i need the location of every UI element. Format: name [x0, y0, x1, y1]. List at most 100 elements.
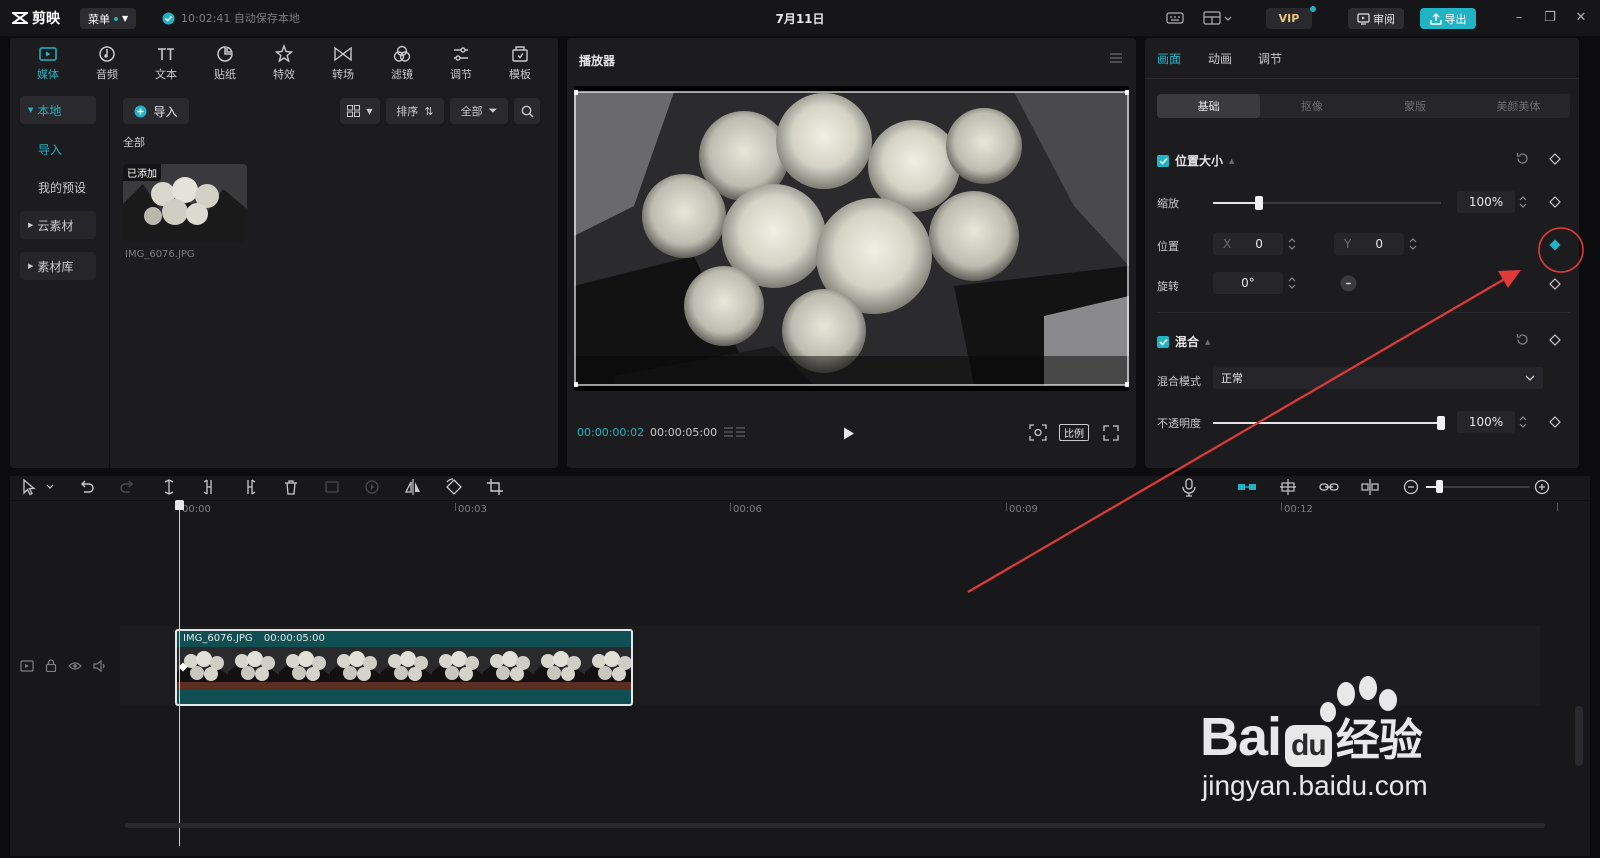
keyboard-shortcuts-icon[interactable] — [1166, 10, 1184, 26]
vertical-scrollbar[interactable] — [1575, 706, 1583, 766]
playhead[interactable] — [179, 506, 180, 846]
subtab-beauty[interactable]: 美颜美体 — [1467, 94, 1570, 118]
review-button[interactable]: 审阅 — [1348, 8, 1404, 29]
keyframe-diamond-icon[interactable] — [1549, 416, 1561, 428]
tool-template[interactable]: 模板 — [491, 42, 549, 84]
link-icon[interactable] — [1318, 476, 1340, 498]
split-icon[interactable] — [158, 476, 180, 498]
subtab-cutout[interactable]: 抠像 — [1260, 94, 1363, 118]
tool-effects[interactable]: 特效 — [255, 42, 313, 84]
play-icon[interactable] — [843, 427, 855, 440]
select-cursor-icon[interactable] — [18, 476, 40, 498]
blend-mode-select[interactable]: 正常 — [1213, 367, 1543, 389]
tool-media[interactable]: 媒体 — [19, 42, 77, 84]
position-x-field[interactable]: X 0 — [1213, 233, 1283, 255]
speaker-icon[interactable] — [93, 660, 107, 672]
position-y-field[interactable]: Y 0 — [1334, 233, 1404, 255]
search-button[interactable] — [514, 98, 540, 124]
video-clip[interactable]: IMG_6076.JPG 00:00:05:00 — [175, 629, 633, 706]
minimize-icon[interactable]: – — [1510, 9, 1528, 27]
preview-axis-icon[interactable] — [1359, 476, 1381, 498]
sort-button[interactable]: 排序 ⇅ — [386, 98, 444, 124]
opacity-stepper[interactable] — [1516, 411, 1530, 433]
rotate-icon[interactable] — [443, 476, 465, 498]
tool-filter[interactable]: 滤镜 — [373, 42, 431, 84]
zoom-out-icon[interactable] — [1400, 476, 1422, 498]
track-video-icon[interactable] — [20, 660, 34, 672]
zoom-in-icon[interactable] — [1531, 476, 1553, 498]
view-mode-button[interactable]: ▼ — [340, 98, 380, 124]
import-button[interactable]: 导入 — [123, 98, 189, 124]
keyframe-diamond-icon[interactable] — [1549, 153, 1561, 165]
chevron-down-icon[interactable] — [46, 484, 54, 490]
reset-icon[interactable] — [1516, 152, 1529, 165]
waveform-grid-icon[interactable] — [723, 426, 747, 440]
tab-picture[interactable]: 画面 — [1157, 50, 1181, 67]
redo-icon[interactable] — [116, 476, 138, 498]
position-y-stepper[interactable] — [1406, 233, 1420, 255]
position-size-header[interactable]: 位置大小 ▲ — [1157, 152, 1234, 169]
layout-icon[interactable] — [1203, 10, 1233, 26]
crop-icon[interactable] — [484, 476, 506, 498]
menu-button[interactable]: 菜单 ▼ — [80, 8, 137, 29]
media-asset-thumbnail[interactable]: 已添加 — [123, 164, 247, 242]
tab-adjust[interactable]: 调节 — [1258, 50, 1282, 67]
tool-audio[interactable]: 音频 — [78, 42, 136, 84]
fullscreen-icon[interactable] — [1103, 425, 1119, 441]
position-x-stepper[interactable] — [1285, 233, 1299, 255]
opacity-value-field[interactable]: 100% — [1457, 411, 1515, 433]
keyframe-diamond-icon[interactable] — [1549, 278, 1561, 290]
checkbox-icon[interactable] — [1157, 154, 1169, 167]
export-button[interactable]: 导出 — [1420, 8, 1476, 29]
eye-icon[interactable] — [68, 661, 82, 671]
playhead-handle[interactable] — [175, 500, 184, 510]
fit-screen-icon[interactable] — [1029, 424, 1047, 441]
trim-left-icon[interactable] — [198, 476, 220, 498]
keyframe-diamond-active-icon[interactable] — [1549, 239, 1561, 251]
sidebar-item-my-presets[interactable]: 我的预设 — [20, 173, 96, 201]
opacity-slider-thumb[interactable] — [1437, 416, 1445, 430]
sidebar-item-library[interactable]: ▶ 素材库 — [20, 252, 96, 280]
filter-button[interactable]: 全部 ⏷ — [450, 98, 508, 124]
tool-sticker[interactable]: 贴纸 — [196, 42, 254, 84]
tool-transition[interactable]: 转场 — [314, 42, 372, 84]
video-preview[interactable] — [574, 86, 1129, 391]
tool-text[interactable]: 文本 — [137, 42, 195, 84]
reset-icon[interactable] — [1516, 333, 1529, 346]
restore-icon[interactable]: ❐ — [1541, 9, 1559, 27]
horizontal-scrollbar[interactable] — [125, 823, 1545, 828]
snap-icon[interactable] — [1277, 476, 1299, 498]
zoom-slider-thumb[interactable] — [1436, 480, 1443, 493]
delete-icon[interactable] — [280, 476, 302, 498]
main-track-magnet-icon[interactable] — [1236, 476, 1258, 498]
tool-adjust[interactable]: 调节 — [432, 42, 490, 84]
tab-animation[interactable]: 动画 — [1208, 50, 1232, 67]
rotation-field[interactable]: 0° — [1213, 272, 1283, 294]
keyframe-diamond-icon[interactable] — [1549, 196, 1561, 208]
microphone-icon[interactable] — [1178, 476, 1200, 498]
checkbox-icon[interactable] — [1157, 335, 1169, 348]
mirror-icon[interactable] — [402, 476, 424, 498]
keyframe-diamond-icon[interactable] — [1549, 334, 1561, 346]
subtab-basic[interactable]: 基础 — [1157, 94, 1261, 118]
freeze-frame-icon[interactable] — [321, 476, 343, 498]
trim-right-icon[interactable] — [239, 476, 261, 498]
app-name: 剪映 — [32, 11, 60, 27]
sidebar-item-local[interactable]: ▼ 本地 — [20, 96, 96, 124]
undo-icon[interactable] — [76, 476, 98, 498]
lock-icon[interactable] — [45, 659, 57, 672]
scale-value-field[interactable]: 100% — [1457, 191, 1515, 213]
rotation-stepper[interactable] — [1285, 272, 1299, 294]
rotation-dial-icon[interactable] — [1340, 275, 1357, 292]
close-icon[interactable]: ✕ — [1572, 9, 1590, 27]
blend-header[interactable]: 混合 ▲ — [1157, 333, 1210, 350]
reverse-icon[interactable] — [361, 476, 383, 498]
vip-badge[interactable]: VIP — [1266, 8, 1312, 29]
ratio-button[interactable]: 比例 — [1059, 424, 1089, 441]
hamburger-menu-icon[interactable] — [1109, 52, 1123, 64]
sidebar-item-import[interactable]: 导入 — [20, 135, 96, 163]
scale-slider-thumb[interactable] — [1255, 196, 1263, 210]
subtab-mask[interactable]: 蒙版 — [1364, 94, 1467, 118]
scale-stepper[interactable] — [1516, 191, 1530, 213]
sidebar-item-cloud[interactable]: ▶ 云素材 — [20, 211, 96, 239]
